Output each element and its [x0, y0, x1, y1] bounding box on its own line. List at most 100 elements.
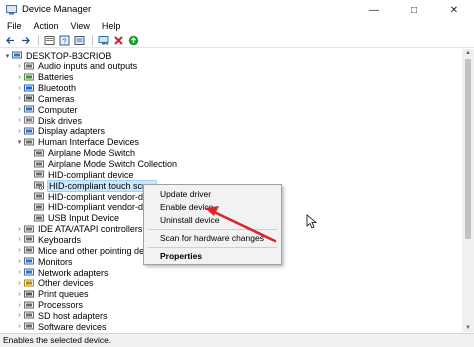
expand-arrow-icon[interactable]: › — [15, 291, 24, 298]
tree-item-label: Cameras — [38, 93, 75, 104]
menu-item-enable-device[interactable]: Enable device — [160, 202, 213, 213]
tree-item[interactable]: HID-compliant device — [28, 169, 135, 180]
menu-item-uninstall-device[interactable]: Uninstall device — [160, 215, 220, 226]
menu-item-scan-hardware[interactable]: Scan for hardware changes — [160, 233, 264, 244]
expand-arrow-icon[interactable]: › — [15, 280, 24, 287]
tree-item[interactable]: › Disk drives — [15, 115, 83, 126]
minimize-button[interactable]: — — [354, 0, 394, 20]
other-icon — [24, 279, 34, 287]
tree-item[interactable]: ▾ DESKTOP-B3CRIOB — [3, 50, 112, 61]
forward-icon[interactable] — [19, 34, 31, 46]
tree-item[interactable]: Airplane Mode Switch — [28, 148, 136, 159]
close-button[interactable]: ✕ — [434, 0, 474, 20]
tree-item-label: Software devices — [38, 321, 107, 332]
device-manager-icon — [6, 5, 17, 15]
tree-item[interactable]: › Processors — [15, 300, 84, 311]
printer-icon — [24, 290, 34, 298]
window-title: Device Manager — [22, 4, 92, 15]
tree-item[interactable]: › Display adapters — [15, 126, 106, 137]
expand-arrow-icon[interactable]: › — [15, 226, 24, 233]
tree-item[interactable]: › Network adapters — [15, 267, 110, 278]
context-menu: Update driver Enable device Uninstall de… — [143, 184, 282, 265]
tree-item-label: Audio inputs and outputs — [38, 61, 138, 72]
tree-item-label: Processors — [38, 300, 84, 311]
scrollbar-thumb[interactable] — [465, 59, 471, 239]
bluetooth-icon — [24, 84, 34, 92]
tree-item[interactable]: › SD host adapters — [15, 310, 109, 321]
expand-arrow-icon[interactable]: › — [15, 85, 24, 92]
tree-item[interactable]: › Batteries — [15, 72, 75, 83]
menu-file[interactable]: File — [7, 19, 22, 33]
software-icon — [24, 322, 34, 330]
tree-item-label: Batteries — [38, 72, 74, 83]
toolbar-separator — [38, 34, 39, 46]
back-icon[interactable] — [4, 34, 16, 46]
expand-arrow-icon[interactable]: › — [15, 258, 24, 265]
scroll-up-icon[interactable]: ▲ — [465, 50, 471, 56]
disk-icon — [24, 116, 34, 124]
tree-item-label: USB Input Device — [48, 213, 120, 224]
sd-icon — [24, 311, 34, 319]
audio-icon — [24, 62, 34, 70]
scroll-down-icon[interactable]: ▼ — [465, 325, 471, 331]
expand-arrow-icon[interactable]: › — [15, 269, 24, 276]
monitor-icon — [24, 257, 34, 265]
hid-icon — [34, 214, 44, 222]
expand-arrow-icon[interactable]: › — [15, 312, 24, 319]
menu-action[interactable]: Action — [34, 19, 59, 33]
expand-arrow-icon[interactable]: ▾ — [15, 138, 24, 146]
expand-arrow-icon[interactable]: › — [15, 63, 24, 70]
mouse-icon — [24, 246, 34, 254]
tree-item[interactable]: ▾ Human Interface Devices — [15, 137, 140, 148]
help-icon[interactable]: ? — [58, 34, 70, 46]
enable-icon[interactable] — [127, 34, 139, 46]
mouse-cursor-icon — [306, 214, 318, 229]
expand-arrow-icon[interactable]: › — [15, 117, 24, 124]
menu-view[interactable]: View — [71, 19, 90, 33]
tree-item[interactable]: › Audio inputs and outputs — [15, 61, 138, 72]
tree-item-label: Network adapters — [38, 267, 109, 278]
tree-item[interactable]: › Bluetooth — [15, 83, 77, 94]
toolbar-separator — [92, 34, 93, 46]
tree-item[interactable]: › Software devices — [15, 321, 108, 332]
uninstall-icon[interactable] — [112, 34, 124, 46]
tree-item[interactable]: HID-compliant vendor-defi — [28, 191, 154, 202]
tree-item-selected[interactable]: HID-compliant touch scree — [28, 179, 158, 192]
tree-item[interactable]: › Print queues — [15, 289, 90, 300]
scan-icon[interactable] — [73, 34, 85, 46]
menu-item-properties[interactable]: Properties — [160, 251, 202, 262]
tree-item-label: Human Interface Devices — [38, 137, 140, 148]
menu-help[interactable]: Help — [102, 19, 121, 33]
expand-arrow-icon[interactable]: › — [15, 323, 24, 330]
camera-icon — [24, 94, 34, 102]
tree-item[interactable]: HID-compliant vendor-defi — [28, 202, 154, 213]
expand-arrow-icon[interactable]: › — [15, 74, 24, 81]
ide-icon — [24, 225, 34, 233]
tree-item[interactable]: › Cameras — [15, 93, 76, 104]
menu-bar: File Action View Help — [0, 19, 474, 33]
tree-item-label: Bluetooth — [38, 83, 77, 94]
expand-arrow-icon[interactable]: › — [15, 302, 24, 309]
tree-item-label: Other devices — [38, 278, 94, 289]
tree-item[interactable]: › Mice and other pointing device — [15, 245, 161, 256]
expand-arrow-icon[interactable]: › — [15, 106, 24, 113]
vertical-scrollbar[interactable]: ▲ ▼ — [462, 49, 474, 332]
expand-arrow-icon[interactable]: › — [15, 247, 24, 254]
tree-item[interactable]: Airplane Mode Switch Collection — [28, 159, 178, 170]
expand-arrow-icon[interactable]: › — [15, 95, 24, 102]
expand-arrow-icon[interactable]: ▾ — [3, 52, 12, 60]
tree-item[interactable]: › Keyboards — [15, 234, 82, 245]
maximize-button[interactable]: □ — [394, 0, 434, 20]
menu-item-update-driver[interactable]: Update driver — [160, 189, 211, 200]
cpu-icon — [24, 301, 34, 309]
expand-arrow-icon[interactable]: › — [15, 128, 24, 135]
tree-item[interactable]: › Other devices — [15, 278, 95, 289]
tree-item[interactable]: › Computer — [15, 104, 79, 115]
tree-item[interactable]: › IDE ATA/ATAPI controllers — [15, 224, 143, 235]
display-icon — [24, 127, 34, 135]
tree-item[interactable]: › Monitors — [15, 256, 74, 267]
properties-icon[interactable] — [43, 34, 55, 46]
monitor-icon[interactable] — [97, 34, 109, 46]
tree-item[interactable]: USB Input Device — [28, 213, 120, 224]
expand-arrow-icon[interactable]: › — [15, 236, 24, 243]
